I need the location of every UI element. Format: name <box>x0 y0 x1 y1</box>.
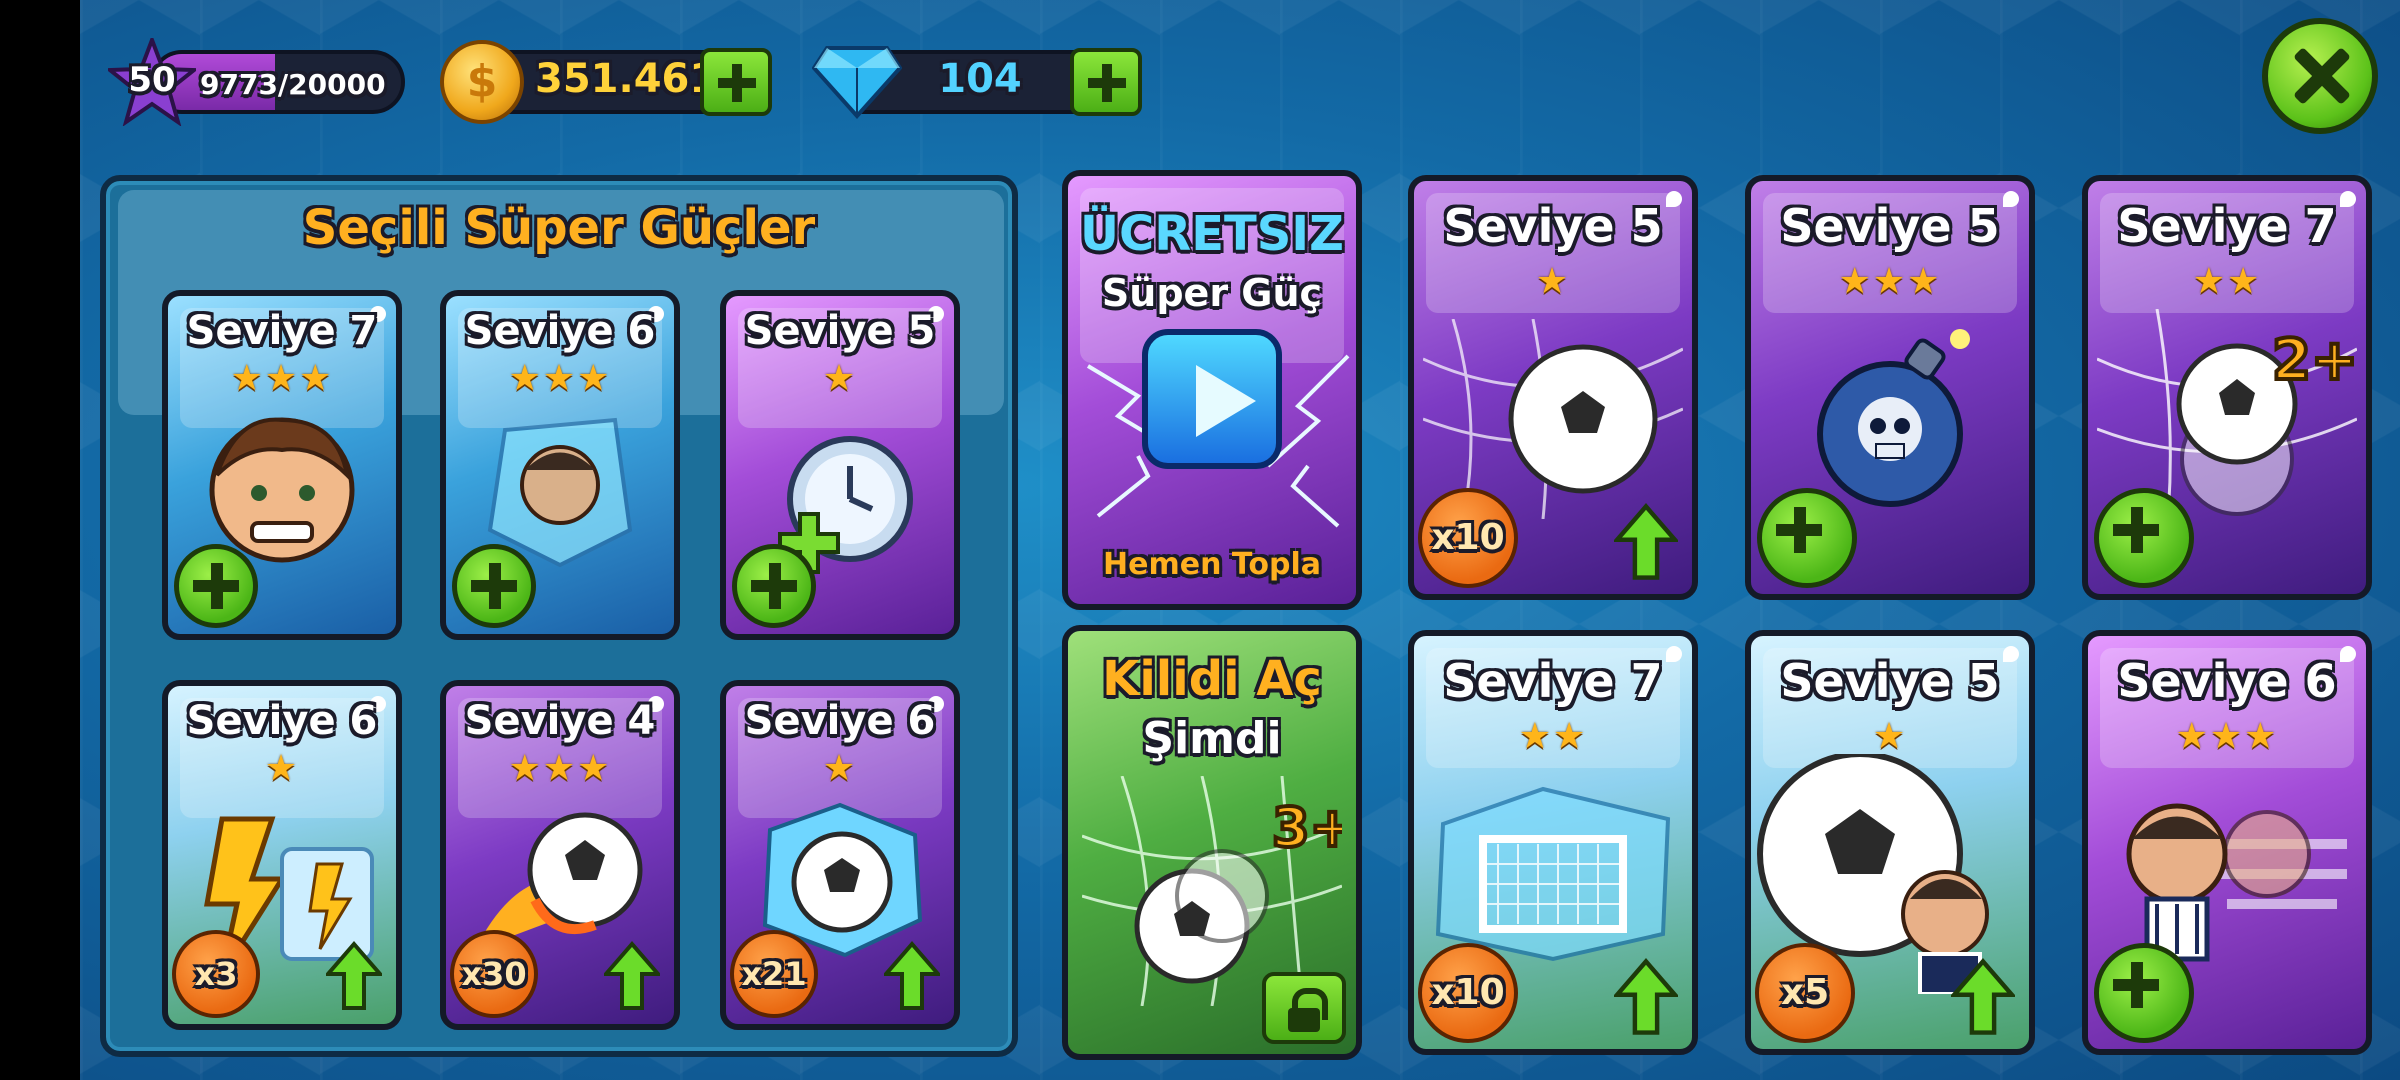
card-level: Seviye 7 <box>2117 199 2337 253</box>
upgrade-arrow-icon[interactable] <box>1614 502 1678 582</box>
card-stars: ★ <box>1872 716 1908 757</box>
shop-power-card[interactable]: Seviye 7 ★★ 2+ <box>2082 175 2372 600</box>
upgrade-arrow-icon[interactable] <box>326 940 382 1012</box>
upgrade-arrow-icon[interactable] <box>884 940 940 1012</box>
play-ad-button[interactable] <box>1142 328 1282 469</box>
card-level: Seviye 6 <box>186 698 378 744</box>
skull-bomb-icon <box>1790 324 1990 518</box>
power-count-badge: x30 <box>450 930 538 1018</box>
add-power-button[interactable] <box>174 544 258 628</box>
selected-power-card[interactable]: Seviye 4 ★★★ x30 <box>440 680 680 1030</box>
card-level: Seviye 7 <box>186 308 378 354</box>
unlock-now-card[interactable]: Kilidi Aç Şimdi 3+ <box>1062 625 1362 1060</box>
selected-power-card[interactable]: Seviye 6 ★ x21 <box>720 680 960 1030</box>
player-level: 50 <box>128 60 176 100</box>
add-power-button[interactable] <box>1757 488 1857 588</box>
card-stars: ★★ <box>1518 716 1588 757</box>
selected-power-card[interactable]: Seviye 7 ★★★ <box>162 290 402 640</box>
selected-power-card[interactable]: Seviye 6 ★ x3 <box>162 680 402 1030</box>
gem-amount: 104 <box>938 56 1022 102</box>
card-level: Seviye 6 <box>464 308 656 354</box>
unlock-card-title: Kilidi Aç <box>1102 651 1322 707</box>
add-power-button[interactable] <box>452 544 536 628</box>
level-star-icon: 50 <box>104 34 200 127</box>
upgrade-arrow-icon[interactable] <box>1614 957 1678 1037</box>
card-stars: ★★★ <box>508 358 612 399</box>
shop-power-card[interactable]: Seviye 5 ★ x5 <box>1745 630 2035 1055</box>
multiplier-label: 3+ <box>1272 796 1342 859</box>
card-level: Seviye 5 <box>1443 199 1663 253</box>
card-stars: ★★ <box>2192 261 2262 302</box>
unlock-card-subtitle: Şimdi <box>1142 713 1282 764</box>
power-count-badge: x3 <box>172 930 260 1018</box>
card-stars: ★ <box>264 748 300 789</box>
selected-power-card[interactable]: Seviye 5 ★ <box>720 290 960 640</box>
power-count-badge: x21 <box>730 930 818 1018</box>
shop-power-card[interactable]: Seviye 6 ★★★ <box>2082 630 2372 1055</box>
gem-icon <box>811 40 903 120</box>
card-stars: ★ <box>822 748 858 789</box>
card-level: Seviye 5 <box>1780 654 2000 708</box>
power-count-badge: x10 <box>1418 488 1518 588</box>
panel-title: Seçili Süper Güçler <box>302 200 816 256</box>
free-power-card[interactable]: ÜCRETSIZ Süper Güç Hemen Topla <box>1062 170 1362 610</box>
free-card-subtitle: Süper Güç <box>1101 271 1323 315</box>
power-count-badge: x5 <box>1755 943 1855 1043</box>
card-level: Seviye 7 <box>1443 654 1663 708</box>
card-stars: ★★★ <box>1838 261 1942 302</box>
card-stars: ★ <box>822 358 858 399</box>
shop-power-card[interactable]: Seviye 5 ★★★ <box>1745 175 2035 600</box>
card-level: Seviye 4 <box>464 698 656 744</box>
coin-icon <box>440 40 524 124</box>
card-level: Seviye 5 <box>744 308 936 354</box>
shop-power-card[interactable]: Seviye 7 ★★ x10 <box>1408 630 1698 1055</box>
free-card-title: ÜCRETSIZ <box>1080 206 1344 262</box>
close-button[interactable] <box>2262 18 2378 134</box>
card-stars: ★★★ <box>230 358 334 399</box>
selected-power-card[interactable]: Seviye 6 ★★★ <box>440 290 680 640</box>
collect-now-label: Hemen Topla <box>1103 547 1321 582</box>
frozen-goal-icon <box>1423 784 1683 968</box>
buy-gems-button[interactable] <box>1070 48 1142 116</box>
unlock-lock-button[interactable] <box>1262 972 1346 1044</box>
card-level: Seviye 5 <box>1780 199 2000 253</box>
card-level: Seviye 6 <box>2117 654 2337 708</box>
upgrade-arrow-icon[interactable] <box>1951 957 2015 1037</box>
coin-amount: 351.461 <box>535 56 718 102</box>
buy-coins-button[interactable] <box>700 48 772 116</box>
card-stars: ★★★ <box>2175 716 2279 757</box>
add-power-button[interactable] <box>2094 488 2194 588</box>
card-stars: ★★★ <box>508 748 612 789</box>
card-level: Seviye 6 <box>744 698 936 744</box>
xp-text: 9773/20000 <box>200 68 386 101</box>
power-count-badge: x10 <box>1418 943 1518 1043</box>
shop-power-card[interactable]: Seviye 5 ★ x10 <box>1408 175 1698 600</box>
multiplier-label: 2+ <box>2272 328 2357 393</box>
card-stars: ★ <box>1535 261 1571 302</box>
upgrade-arrow-icon[interactable] <box>604 940 660 1012</box>
add-power-button[interactable] <box>2094 943 2194 1043</box>
add-power-button[interactable] <box>732 544 816 628</box>
